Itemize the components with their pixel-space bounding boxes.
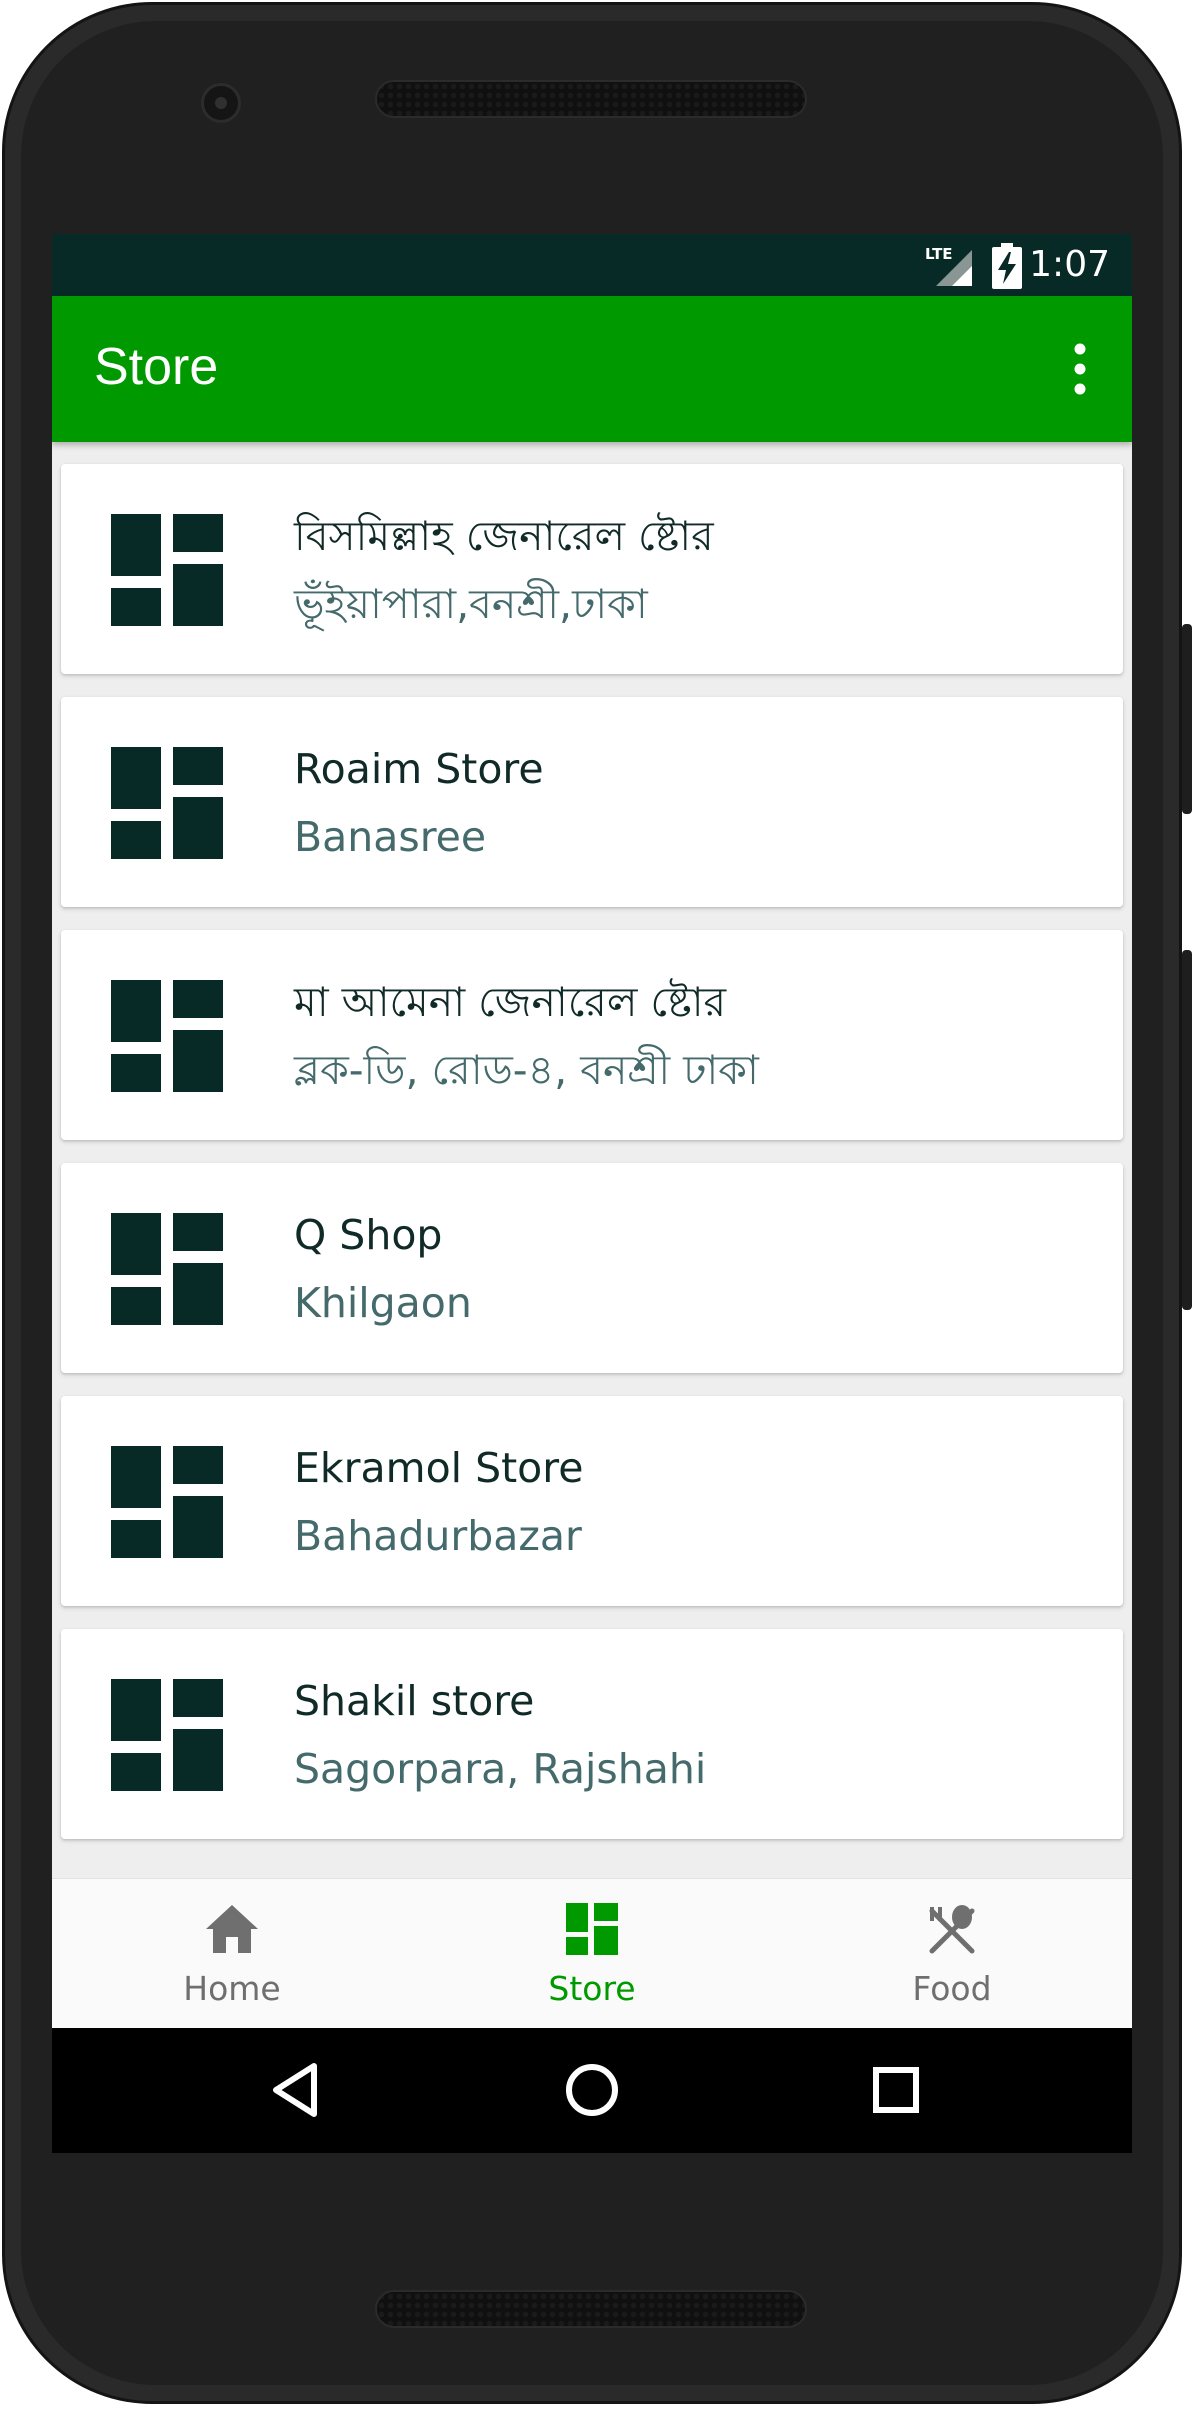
store-name: Q Shop [294, 1211, 443, 1259]
store-name: মা আমেনা জেনারেল ষ্টোর [294, 978, 727, 1026]
restaurant-icon [929, 1905, 975, 1954]
dashboard-icon [111, 1213, 223, 1325]
status-bar: LTE 1:07 [52, 234, 1132, 296]
front-camera [201, 83, 241, 123]
store-card[interactable]: Ekramol Store Bahadurbazar [61, 1396, 1123, 1606]
store-name: Shakil store [294, 1677, 535, 1725]
store-location: Khilgaon [294, 1279, 472, 1327]
system-navigation-bar [52, 2028, 1132, 2153]
store-location: Sagorpara, Rajshahi [294, 1745, 707, 1793]
store-location: Banasree [294, 813, 487, 861]
store-card[interactable]: বিসমিল্লাহ জেনারেল ষ্টোর ভূঁইয়াপারা,বনশ… [61, 464, 1123, 674]
dashboard-icon [111, 1679, 223, 1791]
home-circle-icon[interactable] [560, 2058, 624, 2122]
back-triangle-icon[interactable] [264, 2058, 328, 2122]
top-speaker [375, 80, 807, 118]
battery-charging-icon [992, 243, 1022, 289]
nav-food-label: Food [912, 1969, 992, 2008]
dashboard-icon [111, 1446, 223, 1558]
store-list[interactable]: বিসমিল্লাহ জেনারেল ষ্টোর ভূঁইয়াপারা,বনশ… [52, 442, 1132, 2112]
bottom-speaker [375, 2290, 807, 2328]
status-time: 1:07 [1029, 244, 1110, 285]
store-card[interactable]: মা আমেনা জেনারেল ষ্টোর ব্লক-ডি, রোড-৪, ব… [61, 930, 1123, 1140]
dashboard-icon [111, 980, 223, 1092]
nav-home-label: Home [183, 1969, 281, 2008]
more-vert-icon[interactable] [1050, 338, 1110, 400]
store-name: Roaim Store [294, 745, 544, 793]
device-frame: LTE 1:07 Store বিসমিল্লাহ জেনারেল ষ্টোর … [0, 0, 1194, 2409]
app-bar: Store [52, 296, 1132, 442]
nav-home[interactable]: Home [52, 1879, 412, 2029]
store-name: বিসমিল্লাহ জেনারেল ষ্টোর [294, 512, 714, 560]
store-location: Bahadurbazar [294, 1512, 582, 1560]
svg-text:LTE: LTE [925, 245, 953, 263]
nav-food[interactable]: Food [772, 1879, 1132, 2029]
nav-store[interactable]: Store [412, 1879, 772, 2029]
lte-signal-icon: LTE [925, 245, 972, 286]
store-name: Ekramol Store [294, 1444, 584, 1492]
store-card[interactable]: Shakil store Sagorpara, Rajshahi [61, 1629, 1123, 1839]
store-card[interactable]: Q Shop Khilgaon [61, 1163, 1123, 1373]
store-location: ব্লক-ডি, রোড-৪, বনশ্রী ঢাকা [294, 1046, 759, 1094]
power-button [1182, 624, 1192, 814]
volume-button [1182, 950, 1192, 1310]
dashboard-icon [111, 747, 223, 859]
dashboard-icon [111, 514, 223, 626]
home-icon [206, 1905, 258, 1953]
bottom-navigation: Home Store Food [52, 1878, 1132, 2029]
app-screen: LTE 1:07 Store বিসমিল্লাহ জেনারেল ষ্টোর … [52, 234, 1132, 2153]
dashboard-icon [566, 1903, 618, 1955]
store-location: ভূঁইয়াপারা,বনশ্রী,ঢাকা [294, 580, 648, 628]
recents-square-icon[interactable] [864, 2058, 928, 2122]
page-title: Store [94, 338, 219, 396]
store-card[interactable]: Roaim Store Banasree [61, 697, 1123, 907]
nav-store-label: Store [548, 1969, 636, 2008]
